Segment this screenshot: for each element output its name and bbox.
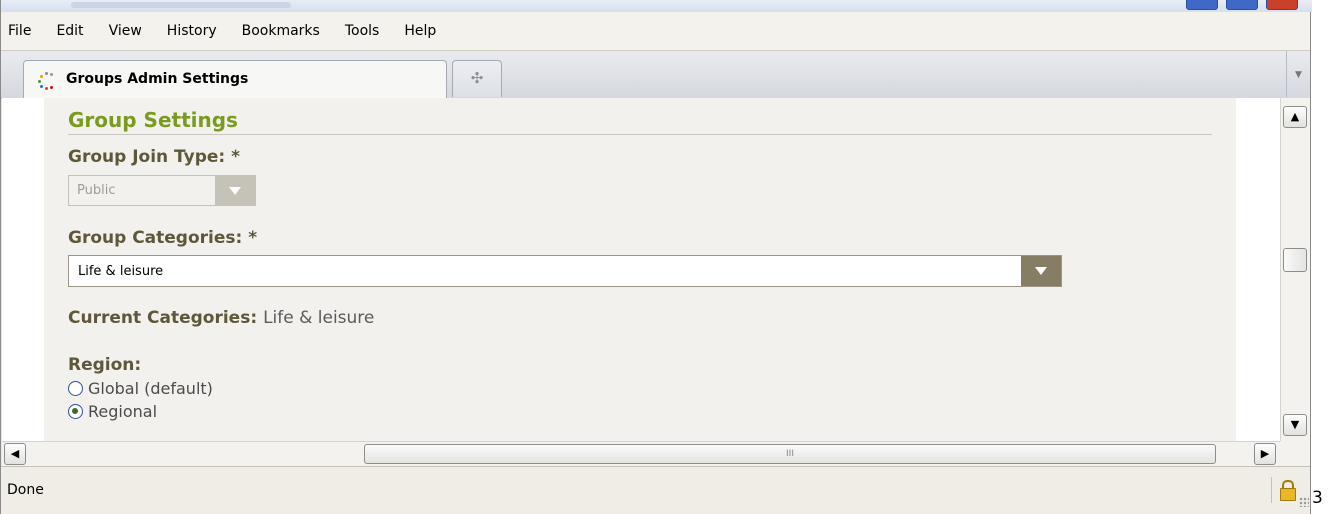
menu-edit[interactable]: Edit xyxy=(56,23,83,39)
menu-bookmarks[interactable]: Bookmarks xyxy=(242,23,320,39)
tab-groups-admin-settings[interactable]: Groups Admin Settings xyxy=(23,60,447,98)
heading-divider xyxy=(68,134,1212,135)
scroll-left-icon: ◀ xyxy=(10,447,20,460)
scroll-down-icon: ▼ xyxy=(1290,418,1300,431)
minimize-button[interactable] xyxy=(1186,0,1218,10)
close-button[interactable] xyxy=(1266,0,1298,10)
scroll-left-button[interactable]: ◀ xyxy=(4,443,26,465)
tab-list-icon: ▼ xyxy=(1295,70,1302,80)
dropdown-arrow-icon xyxy=(229,187,241,195)
scroll-grip-icon: III xyxy=(786,449,794,459)
resize-grip-icon[interactable] xyxy=(1299,497,1309,507)
current-categories: Current Categories: Life & leisure xyxy=(68,308,374,328)
edge-text: 3 xyxy=(1312,488,1323,508)
dropdown-arrow-icon xyxy=(1035,267,1047,275)
categories-select[interactable]: Life & leisure xyxy=(68,255,1062,287)
menu-view[interactable]: View xyxy=(109,23,142,39)
tab-strip: Groups Admin Settings ✣ xyxy=(1,51,1310,99)
menu-bar: File Edit View History Bookmarks Tools H… xyxy=(1,12,1310,51)
horizontal-scroll-thumb[interactable]: III xyxy=(364,444,1216,464)
page-viewport: Group Settings Group Join Type: * Public… xyxy=(2,98,1280,441)
join-type-dropdown-button xyxy=(215,176,255,205)
scroll-right-icon: ▶ xyxy=(1260,447,1270,460)
categories-dropdown-button[interactable] xyxy=(1021,256,1061,286)
radio-global-label: Global (default) xyxy=(88,379,213,398)
menu-help[interactable]: Help xyxy=(404,23,436,39)
scroll-up-icon: ▲ xyxy=(1290,110,1300,123)
categories-value: Life & leisure xyxy=(78,264,164,279)
scroll-right-button[interactable]: ▶ xyxy=(1254,443,1276,465)
scroll-up-button[interactable]: ▲ xyxy=(1283,106,1307,128)
menu-history[interactable]: History xyxy=(167,23,217,39)
region-option-regional[interactable]: Regional xyxy=(68,402,157,421)
title-bar-text-remnant xyxy=(71,2,291,8)
categories-label: Group Categories: * xyxy=(68,228,258,248)
browser-window: File Edit View History Bookmarks Tools H… xyxy=(0,0,1312,514)
status-bar: Done xyxy=(1,466,1310,514)
horizontal-scrollbar[interactable]: ◀ III ▶ xyxy=(2,441,1280,466)
lock-body xyxy=(1280,488,1296,501)
region-label: Region: xyxy=(68,355,142,375)
menu-file[interactable]: File xyxy=(8,23,31,39)
scroll-down-button[interactable]: ▼ xyxy=(1283,414,1307,436)
current-categories-value: Life & leisure xyxy=(263,308,375,328)
new-tab-icon: ✣ xyxy=(470,69,484,87)
current-categories-label: Current Categories: xyxy=(68,308,258,328)
tab-list-button[interactable]: ▼ xyxy=(1286,51,1310,97)
scrollbar-corner xyxy=(1280,441,1310,466)
radio-global[interactable] xyxy=(68,381,83,396)
section-heading: Group Settings xyxy=(68,108,238,132)
title-bar xyxy=(1,0,1312,12)
status-text: Done xyxy=(7,482,44,498)
radio-regional[interactable] xyxy=(68,404,83,419)
join-type-label: Group Join Type: * xyxy=(68,147,241,167)
join-type-value: Public xyxy=(77,183,116,198)
favicon-icon xyxy=(37,71,57,91)
tab-title: Groups Admin Settings xyxy=(66,71,249,87)
region-option-global[interactable]: Global (default) xyxy=(68,379,213,398)
maximize-button[interactable] xyxy=(1226,0,1258,10)
join-type-select: Public xyxy=(68,175,256,206)
lock-icon[interactable] xyxy=(1271,477,1300,503)
vertical-scroll-thumb[interactable] xyxy=(1283,248,1307,272)
vertical-scrollbar[interactable]: ▲ ▼ xyxy=(1280,98,1310,441)
menu-tools[interactable]: Tools xyxy=(345,23,380,39)
radio-regional-label: Regional xyxy=(88,402,158,421)
new-tab-button[interactable]: ✣ xyxy=(452,60,502,97)
